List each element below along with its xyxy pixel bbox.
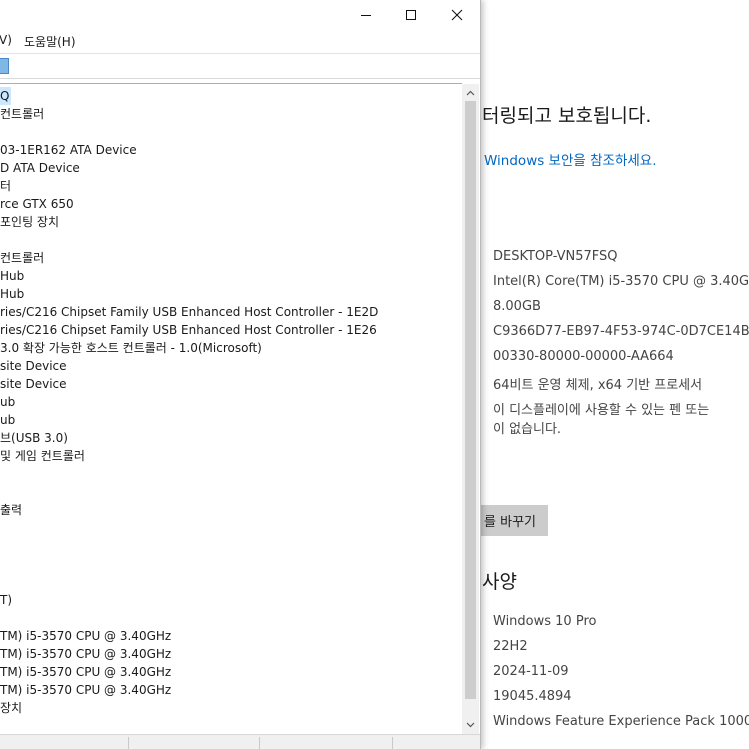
status-separator	[259, 737, 260, 749]
scrollbar-thumb[interactable]	[465, 101, 476, 699]
pen-touch-value-line2: 이 없습니다.	[493, 422, 562, 437]
tree-row[interactable]: Hub	[0, 285, 24, 303]
tree-row[interactable]: 브(USB 3.0)	[0, 429, 68, 447]
minimize-button[interactable]	[343, 0, 389, 30]
tree-row[interactable]: 3.0 확장 가능한 호스트 컨트롤러 - 1.0(Microsoft)	[0, 339, 262, 357]
ram-value: 8.00GB	[493, 299, 541, 314]
status-separator	[128, 737, 129, 749]
tree-row[interactable]: ries/C216 Chipset Family USB Enhanced Ho…	[0, 303, 378, 321]
tree-row[interactable]: T)	[0, 591, 12, 609]
experience-value: Windows Feature Experience Pack 1000.	[493, 714, 749, 729]
monitor-icon[interactable]	[0, 58, 9, 74]
os-build-value: 19045.4894	[493, 689, 572, 704]
minimize-icon	[361, 15, 371, 16]
tree-row[interactable]: ub	[0, 393, 15, 411]
tree-row[interactable]: site Device	[0, 357, 67, 375]
tree-row[interactable]: 터	[0, 177, 11, 195]
tree-row[interactable]: TM) i5-3570 CPU @ 3.40GHz	[0, 663, 171, 681]
tree-row[interactable]: 출력	[0, 501, 22, 519]
vertical-scrollbar[interactable]	[462, 84, 479, 734]
processor-value: Intel(R) Core(TM) i5-3570 CPU @ 3.40GHz	[493, 274, 749, 289]
rename-pc-button[interactable]: 를 바꾸기	[480, 505, 548, 536]
menu-view[interactable]: V)	[0, 33, 12, 47]
maximize-button[interactable]	[388, 0, 434, 30]
chevron-down-icon	[466, 722, 475, 727]
scroll-down-button[interactable]	[462, 716, 479, 733]
tree-row[interactable]: ub	[0, 411, 15, 429]
tree-row[interactable]: TM) i5-3570 CPU @ 3.40GHz	[0, 645, 171, 663]
tree-row[interactable]: D ATA Device	[0, 159, 80, 177]
tree-row[interactable]: 03-1ER162 ATA Device	[0, 141, 137, 159]
scroll-up-button[interactable]	[462, 84, 479, 101]
tree-row[interactable]: Q	[0, 87, 12, 105]
menu-help[interactable]: 도움말(H)	[24, 33, 76, 50]
status-separator	[392, 737, 393, 749]
device-tree[interactable]: Q 컨트롤러 03-1ER162 ATA Device D ATA Device 터 rc…	[0, 83, 462, 735]
chevron-up-icon	[466, 90, 475, 95]
tree-row[interactable]: site Device	[0, 375, 67, 393]
device-name-value: DESKTOP-VN57FSQ	[493, 249, 618, 264]
edition-value: Windows 10 Pro	[493, 614, 597, 629]
product-id-value: 00330-80000-00000-AA664	[493, 349, 674, 364]
device-manager-window: V) 도움말(H) Q 컨트롤러 03-1ER162 ATA Device D ATA…	[0, 0, 481, 749]
tree-row[interactable]: Hub	[0, 267, 24, 285]
menu-bar: V) 도움말(H)	[0, 31, 480, 51]
tree-row[interactable]: 및 게임 컨트롤러	[0, 447, 85, 465]
settings-about-page: 터링되고 보호됩니다. Windows 보안을 참조하세요. DESKTOP-V…	[480, 0, 749, 749]
tree-row[interactable]: ries/C216 Chipset Family USB Enhanced Ho…	[0, 321, 377, 339]
close-button[interactable]	[434, 0, 480, 30]
installed-on-value: 2024-11-09	[493, 664, 569, 679]
tree-row[interactable]: 장치	[0, 699, 22, 717]
pen-touch-value-line1: 이 디스플레이에 사용할 수 있는 펜 또는	[493, 403, 710, 418]
close-icon	[451, 9, 463, 21]
title-bar[interactable]	[0, 0, 480, 30]
windows-security-link[interactable]: Windows 보안을 참조하세요.	[484, 149, 657, 169]
system-type-value: 64비트 운영 체제, x64 기반 프로세서	[493, 378, 703, 393]
version-value: 22H2	[493, 639, 528, 654]
tree-row[interactable]: 컨트롤러	[0, 105, 44, 123]
tree-row[interactable]: TM) i5-3570 CPU @ 3.40GHz	[0, 627, 171, 645]
protection-status-text: 터링되고 보호됩니다.	[482, 105, 652, 127]
maximize-icon	[406, 10, 416, 20]
device-id-value: C9366D77-EB97-4F53-974C-0D7CE14B7F	[493, 324, 749, 339]
toolbar	[0, 53, 480, 79]
tree-row[interactable]: TM) i5-3570 CPU @ 3.40GHz	[0, 681, 171, 699]
tree-row[interactable]: 컨트롤러	[0, 249, 44, 267]
tree-row[interactable]: rce GTX 650	[0, 195, 74, 213]
tree-row[interactable]: 포인팅 장치	[0, 213, 59, 231]
status-bar	[0, 734, 480, 749]
windows-spec-heading: 사양	[482, 571, 517, 593]
